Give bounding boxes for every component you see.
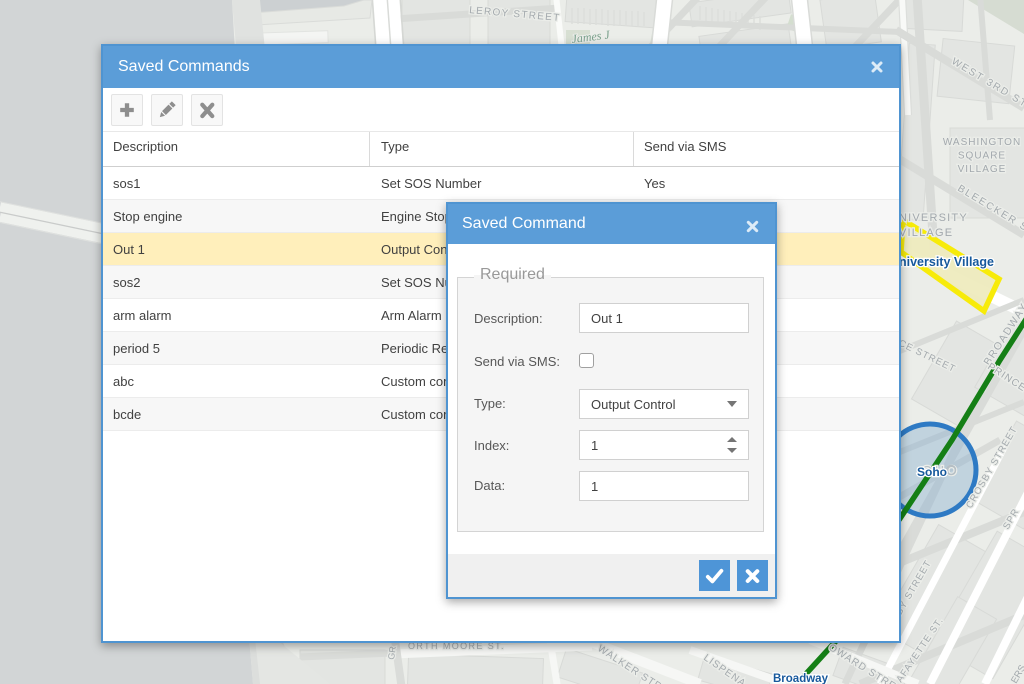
svg-text:Broadway: Broadway — [773, 673, 829, 684]
svg-text:GR: GR — [386, 645, 398, 660]
svg-text:VILLAGE: VILLAGE — [899, 227, 953, 239]
svg-text:niversity Village: niversity Village — [899, 255, 994, 269]
svg-text:SQUARE: SQUARE — [958, 151, 1006, 162]
svg-text:NIVERSITY: NIVERSITY — [899, 212, 968, 224]
svg-text:WASHINGTON: WASHINGTON — [943, 137, 1021, 148]
svg-text:VILLAGE: VILLAGE — [958, 164, 1007, 175]
svg-text:Soho: Soho — [917, 465, 947, 479]
